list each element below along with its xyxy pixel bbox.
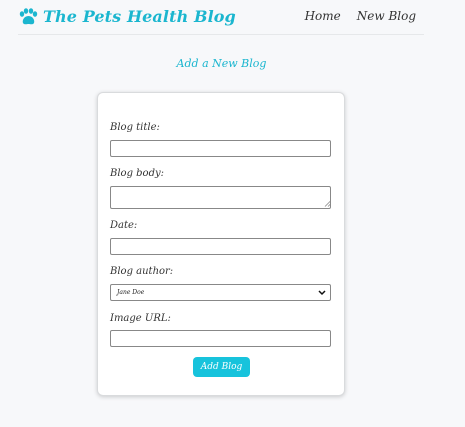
add-blog-button[interactable]: Add Blog (193, 357, 250, 377)
date-label: Date: (110, 220, 138, 231)
nav-links: Home New Blog (305, 8, 416, 24)
blog-title-input[interactable] (110, 140, 331, 157)
chevron-down-icon (318, 290, 326, 296)
brand-title: The Pets Health Blog (43, 7, 236, 26)
image-url-label: Image URL: (110, 313, 171, 324)
create-blog-form: Blog title: Blog body: Date: Blog author… (97, 92, 345, 396)
nav-new-blog-link[interactable]: New Blog (357, 8, 416, 24)
blog-body-wrapper (98, 186, 344, 209)
blog-author-select[interactable]: Jane Doe (110, 284, 331, 301)
image-url-input[interactable] (110, 330, 331, 347)
date-input[interactable] (110, 238, 331, 255)
resize-grip-icon[interactable] (324, 200, 331, 207)
navbar: The Pets Health Blog Home New Blog (18, 0, 424, 35)
blog-body-label: Blog body: (110, 168, 164, 179)
blog-title-label: Blog title: (110, 122, 160, 133)
paw-icon (19, 8, 38, 25)
blog-author-label: Blog author: (110, 266, 174, 277)
nav-home-link[interactable]: Home (305, 8, 341, 24)
page-heading: Add a New Blog (176, 57, 267, 70)
brand[interactable]: The Pets Health Blog (18, 7, 236, 27)
blog-body-textarea[interactable] (110, 186, 331, 209)
blog-author-selected-value: Jane Doe (117, 289, 145, 296)
